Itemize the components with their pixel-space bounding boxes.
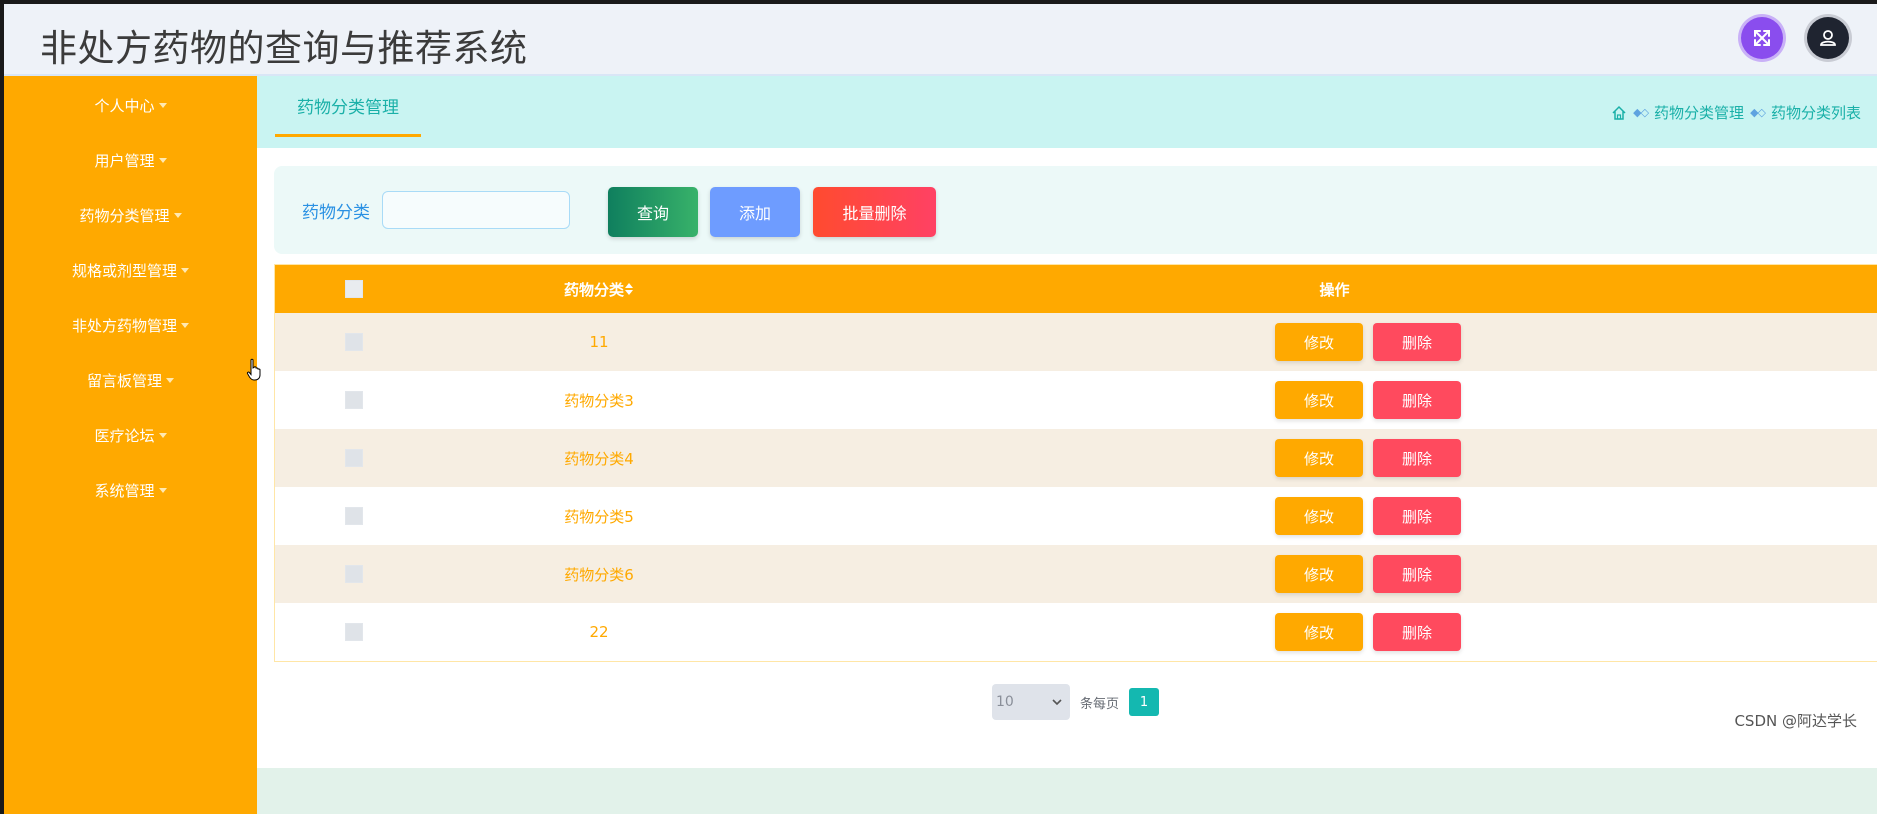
caret-down-icon — [158, 157, 167, 163]
row-checkbox[interactable] — [344, 391, 363, 409]
caret-down-icon — [158, 432, 167, 438]
sidebar: 个人中心 用户管理 药物分类管理 规格或剂型管理 非处方药物管理 留言板管理 医… — [4, 76, 257, 814]
app-window: 非处方药物的查询与推荐系统 个人中心 用户管理 药物分类管理 规格或剂型管理 非… — [4, 4, 1877, 814]
sidebar-item-label: 规格或剂型管理 — [71, 261, 177, 280]
page-size-select[interactable]: 10 — [992, 684, 1070, 720]
chevron-down-icon — [1052, 699, 1062, 706]
row-checkbox[interactable] — [344, 449, 363, 467]
column-header-actions: 操作 — [1319, 280, 1350, 299]
caret-down-icon — [158, 487, 167, 493]
hand-pointer-cursor-icon — [246, 358, 261, 381]
sidebar-item-label: 非处方药物管理 — [71, 316, 177, 335]
table-row: 药物分类4 修改 删除 — [275, 429, 1877, 487]
caret-down-icon — [166, 377, 174, 383]
sidebar-item-drug-category[interactable]: 药物分类管理 — [4, 195, 257, 235]
category-name: 22 — [589, 623, 609, 641]
sidebar-item-label: 系统管理 — [94, 481, 155, 500]
sidebar-item-label: 医疗论坛 — [94, 426, 155, 445]
sidebar-item-label: 个人中心 — [94, 96, 155, 115]
sidebar-item-medical-forum[interactable]: 医疗论坛 — [4, 415, 257, 455]
edit-button[interactable]: 修改 — [1275, 439, 1363, 477]
home-icon[interactable] — [1611, 105, 1627, 121]
search-label: 药物分类 — [302, 203, 370, 223]
sort-icon[interactable] — [624, 282, 634, 296]
breadcrumb-separator-icon: ◆◇ — [1633, 106, 1649, 119]
table-row: 药物分类6 修改 删除 — [275, 545, 1877, 603]
search-panel: 药物分类 查询 添加 批量删除 — [274, 166, 1877, 254]
row-checkbox[interactable] — [344, 623, 363, 641]
column-header-category[interactable]: 药物分类 — [432, 265, 766, 313]
category-name: 药物分类3 — [564, 391, 634, 410]
query-button[interactable]: 查询 — [608, 187, 698, 237]
breadcrumb-separator-icon: ◆◇ — [1750, 106, 1766, 119]
top-header: 非处方药物的查询与推荐系统 — [4, 4, 1877, 76]
tab-bar: 药物分类管理 ◆◇ 药物分类管理 ◆◇ 药物分类列表 — [257, 76, 1877, 148]
category-search-input[interactable] — [382, 191, 570, 229]
caret-down-icon — [158, 102, 167, 108]
main-content: 药物分类管理 ◆◇ 药物分类管理 ◆◇ 药物分类列表 药物分类 查询 添加 批量… — [257, 76, 1877, 814]
category-name: 药物分类6 — [564, 565, 634, 584]
delete-button[interactable]: 删除 — [1373, 555, 1461, 593]
edit-button[interactable]: 修改 — [1275, 323, 1363, 361]
row-checkbox[interactable] — [344, 507, 363, 525]
delete-button[interactable]: 删除 — [1373, 381, 1461, 419]
row-checkbox[interactable] — [344, 333, 363, 351]
fullscreen-button[interactable] — [1741, 17, 1783, 59]
tab-drug-category-management[interactable]: 药物分类管理 — [275, 76, 421, 137]
delete-button[interactable]: 删除 — [1373, 439, 1461, 477]
breadcrumb: ◆◇ 药物分类管理 ◆◇ 药物分类列表 — [1611, 102, 1861, 123]
sidebar-item-label: 用户管理 — [94, 151, 155, 170]
delete-button[interactable]: 删除 — [1373, 613, 1461, 651]
user-icon — [1820, 30, 1836, 46]
category-table: 药物分类 操作 11 修改 删除 药物分类3 修改 删除 药物分类4 修改 删除… — [274, 264, 1877, 662]
row-checkbox[interactable] — [344, 565, 363, 583]
sidebar-item-personal-center[interactable]: 个人中心 — [4, 85, 257, 125]
sidebar-item-label: 药物分类管理 — [79, 206, 170, 225]
sidebar-item-message-board[interactable]: 留言板管理 — [4, 360, 257, 400]
caret-down-icon — [181, 267, 189, 273]
sidebar-item-user-management[interactable]: 用户管理 — [4, 140, 257, 180]
sidebar-item-otc-drugs[interactable]: 非处方药物管理 — [4, 305, 257, 345]
column-header-label: 药物分类 — [563, 280, 624, 299]
user-avatar-button[interactable] — [1807, 17, 1849, 59]
table-header: 药物分类 操作 — [275, 265, 1877, 313]
table-row: 药物分类5 修改 删除 — [275, 487, 1877, 545]
page-size-value: 10 — [996, 694, 1014, 710]
sidebar-item-spec-form[interactable]: 规格或剂型管理 — [4, 250, 257, 290]
delete-button[interactable]: 删除 — [1373, 497, 1461, 535]
category-name: 药物分类5 — [564, 507, 634, 526]
caret-down-icon — [173, 212, 182, 218]
footer-band — [257, 768, 1877, 814]
breadcrumb-item[interactable]: 药物分类管理 — [1654, 102, 1744, 123]
per-page-text: 条每页 — [1080, 696, 1120, 712]
edit-button[interactable]: 修改 — [1275, 381, 1363, 419]
table-row: 药物分类3 修改 删除 — [275, 371, 1877, 429]
category-name: 药物分类4 — [564, 449, 634, 468]
watermark: CSDN @阿达学长 — [1734, 712, 1857, 730]
header-select-cell — [275, 265, 432, 313]
table-row: 11 修改 删除 — [275, 313, 1877, 371]
edit-button[interactable]: 修改 — [1275, 613, 1363, 651]
pagination: 10 条每页 1 — [992, 684, 1160, 720]
caret-down-icon — [181, 322, 189, 328]
batch-delete-button[interactable]: 批量删除 — [813, 187, 936, 237]
sidebar-item-label: 留言板管理 — [86, 371, 162, 390]
table-row: 22 修改 删除 — [275, 603, 1877, 661]
app-title: 非处方药物的查询与推荐系统 — [40, 27, 528, 70]
add-button[interactable]: 添加 — [710, 187, 800, 237]
page-number-button[interactable]: 1 — [1129, 688, 1160, 716]
category-name: 11 — [589, 333, 609, 351]
delete-button[interactable]: 删除 — [1373, 323, 1461, 361]
edit-button[interactable]: 修改 — [1275, 555, 1363, 593]
edit-button[interactable]: 修改 — [1275, 497, 1363, 535]
expand-arrows-icon — [1754, 30, 1770, 46]
breadcrumb-item: 药物分类列表 — [1770, 104, 1861, 122]
select-all-checkbox[interactable] — [344, 280, 363, 298]
sidebar-item-system-management[interactable]: 系统管理 — [4, 470, 257, 510]
